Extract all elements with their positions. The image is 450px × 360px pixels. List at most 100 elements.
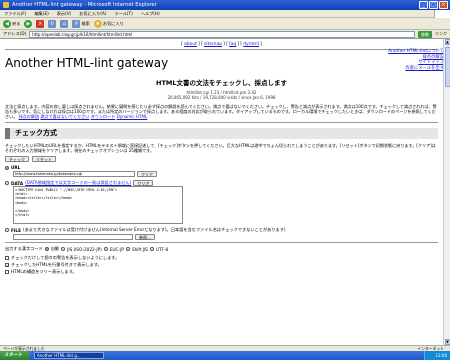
- hits-line: 20,065,092 hits / 19,728,840 visits / si…: [167, 95, 276, 100]
- option-checkbox[interactable]: [5, 256, 9, 261]
- encoding-euc: EUC-JP: [109, 246, 124, 252]
- side-links: Another HTML-lintについて 採点の解説 サイトマップ 作者にメー…: [388, 49, 444, 71]
- reset-button[interactable]: リセット: [32, 156, 56, 163]
- scroll-up-icon[interactable]: ▲: [444, 39, 450, 45]
- encoding-utf8: UTF-8: [155, 246, 169, 252]
- encoding-jis-radio[interactable]: [61, 247, 66, 252]
- file-input-row: 参照...: [5, 234, 438, 241]
- go-button[interactable]: 移動: [418, 30, 432, 38]
- file-input[interactable]: [13, 234, 133, 241]
- links-label[interactable]: リンク: [435, 31, 447, 37]
- data-radio[interactable]: [5, 181, 9, 186]
- option-row: チェックだけして個々の警告を表示しないようにします。: [5, 255, 438, 261]
- data-note: (DATA領域指定では文字コードの一致は保証されません): [25, 180, 132, 186]
- toolbar: ◀ 戻る ▶ × ↻ ⌂ ⚲ 検索 ★ お気に入り: [0, 18, 450, 30]
- encoding-auto: 自動: [50, 246, 60, 252]
- clear-url-button[interactable]: クリア: [137, 171, 157, 178]
- encoding-label: 出力する漢字コード: [5, 246, 43, 252]
- divider: [5, 121, 438, 123]
- forward-arrow-icon: ▶: [24, 19, 33, 28]
- menu-help[interactable]: ヘルプ(H): [141, 10, 160, 17]
- nav-faq[interactable]: faq: [229, 42, 236, 47]
- nav-sitemap[interactable]: sitemap: [204, 42, 222, 47]
- option-checkbox[interactable]: [5, 270, 9, 275]
- menu-edit[interactable]: 編集(E): [34, 10, 48, 17]
- maximize-button[interactable]: □: [429, 1, 438, 9]
- hit-stats: htmllint.cgi 1.23 / htmllint.pm 3.42 20,…: [5, 90, 438, 100]
- address-label: アドレス(D): [3, 31, 27, 36]
- search-label: 検索: [81, 20, 90, 26]
- page-title: Another HTML-lint gateway: [5, 56, 169, 70]
- browse-button[interactable]: 参照...: [135, 234, 155, 241]
- star-icon: ★: [93, 19, 102, 28]
- data-row: DATA (DATA領域指定では文字コードの一致は保証されません) クリア: [5, 180, 438, 187]
- check-button[interactable]: チェック: [5, 156, 29, 163]
- scoring-link[interactable]: 採点の解説: [19, 114, 39, 119]
- vertical-scrollbar[interactable]: ▲ ▼: [443, 39, 450, 345]
- file-row: FILE (あまり大きなファイルは受け付けません(Internal Server…: [5, 227, 438, 233]
- menu-tools[interactable]: ツール(T): [114, 10, 132, 17]
- refresh-icon: ↻: [48, 19, 57, 28]
- url-input[interactable]: http://www.takenaka.jp/takenaka.cgi: [13, 171, 135, 178]
- favorites-label: お気に入り: [102, 20, 124, 26]
- home-icon: ⌂: [60, 19, 69, 28]
- data-label: DATA: [11, 180, 24, 186]
- encoding-euc-radio[interactable]: [103, 247, 108, 252]
- encoding-sjis: Shift JIS: [131, 246, 148, 252]
- encoding-utf8-radio[interactable]: [149, 247, 154, 252]
- option-checkbox[interactable]: [5, 263, 9, 268]
- no-celebrate-link[interactable]: 満点で喜ばないでください: [40, 114, 89, 119]
- file-note: (あまり大きなファイルは受け付けません(Internal Server Erro…: [22, 227, 286, 233]
- mail-author-link[interactable]: 作者にメールを出す: [388, 66, 444, 72]
- description: 文法と採点します。内容の良し悪しは採点されません。結果に疑問を感じたら必ず採点の…: [5, 104, 438, 120]
- window-controls: _ □ ×: [419, 1, 448, 9]
- divider: [5, 49, 438, 50]
- nav-dyntml[interactable]: dyntml: [243, 42, 259, 47]
- data-textarea[interactable]: <!DOCTYPE html PUBLIC "-//W3C//DTD HTML …: [13, 186, 183, 225]
- scroll-thumb[interactable]: [444, 47, 450, 87]
- address-bar: アドレス(D) http://openlab.ring.gr.jp/k16/ht…: [0, 30, 450, 39]
- address-input[interactable]: http://openlab.ring.gr.jp/k16/htmllint/h…: [29, 30, 415, 38]
- about-link[interactable]: Another HTML-lintについて: [388, 49, 444, 55]
- nav-about[interactable]: about: [184, 42, 197, 47]
- option-row: HTMLの構造をツリー表示します。: [5, 269, 438, 275]
- option-label: チェックしたHTMLを行番号付きで表示します。: [11, 262, 102, 268]
- option-label: HTMLの構造をツリー表示します。: [11, 269, 77, 275]
- file-radio[interactable]: [5, 228, 9, 233]
- encoding-sjis-radio[interactable]: [125, 247, 130, 252]
- search-button[interactable]: ⚲ 検索: [72, 19, 90, 28]
- clear-data-button[interactable]: クリア: [133, 180, 154, 187]
- window-titlebar: Another HTML-lint gateway - Microsoft In…: [0, 0, 450, 10]
- url-radio[interactable]: [5, 165, 9, 170]
- form-buttons: チェック リセット: [5, 156, 438, 163]
- dhtml-link[interactable]: Dynamic HTML: [117, 114, 148, 119]
- download-link[interactable]: ダウンロード: [91, 114, 116, 119]
- refresh-button[interactable]: ↻: [48, 19, 57, 28]
- url-input-row: http://www.takenaka.jp/takenaka.cgi クリア: [13, 171, 438, 178]
- forward-button[interactable]: ▶: [24, 19, 33, 28]
- taskbar: スタート Another HTML-lint g... 12:00: [0, 351, 450, 360]
- taskbar-ie-window[interactable]: Another HTML-lint g...: [34, 352, 104, 359]
- divider: [5, 242, 438, 244]
- search-icon: ⚲: [72, 19, 81, 28]
- favorites-button[interactable]: ★ お気に入り: [93, 19, 124, 28]
- stop-button[interactable]: ×: [36, 19, 45, 28]
- menu-bar: ファイル(F) 編集(E) 表示(V) お気に入り(A) ツール(T) ヘルプ(…: [0, 10, 450, 18]
- page-subtitle: HTML文書の文法をチェックし、採点します: [156, 79, 287, 87]
- minimize-button[interactable]: _: [419, 1, 428, 9]
- option-row: チェックしたHTMLを行番号付きで表示します。: [5, 262, 438, 268]
- ie-icon: [3, 2, 9, 8]
- option-label: チェックだけして個々の警告を表示しないようにします。: [11, 255, 120, 261]
- menu-file[interactable]: ファイル(F): [4, 10, 26, 17]
- back-button[interactable]: ◀ 戻る: [3, 19, 20, 28]
- close-button[interactable]: ×: [439, 1, 448, 9]
- page-content: [about] [sitemap] [faq] [dyntml] Another…: [0, 39, 443, 345]
- windows-logo-icon: [434, 10, 450, 18]
- url-row: URL: [5, 165, 438, 170]
- section-description: チェックしたいHTMLのURLを指定するか、HTMLをテキスト領域に直接記述して…: [5, 142, 436, 153]
- menu-favorites[interactable]: お気に入り(A): [79, 10, 106, 17]
- encoding-auto-radio[interactable]: [44, 247, 49, 252]
- start-button[interactable]: スタート: [0, 351, 30, 360]
- home-button[interactable]: ⌂: [60, 19, 69, 28]
- menu-view[interactable]: 表示(V): [57, 10, 72, 17]
